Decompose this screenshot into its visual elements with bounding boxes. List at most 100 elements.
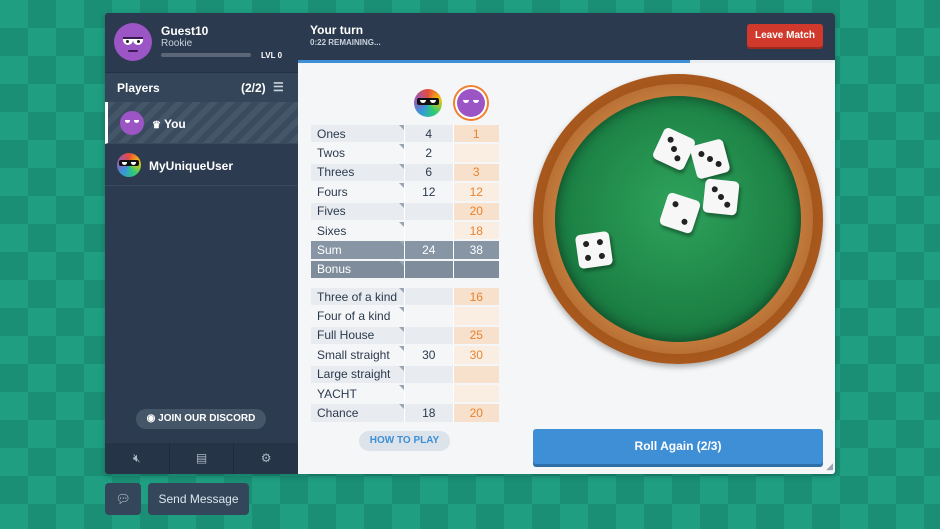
newspaper-icon[interactable]: ▤ <box>170 443 235 474</box>
your-score-cell[interactable]: 30 <box>452 346 499 364</box>
your-score-cell[interactable]: 25 <box>452 326 499 345</box>
player-row-myuniqueuser[interactable]: MyUniqueUser <box>105 144 298 186</box>
opponent-score-cell: 30 <box>403 346 453 364</box>
corner-marker <box>398 384 404 390</box>
die-pip <box>596 238 604 246</box>
turn-label: Your turn <box>310 23 364 37</box>
opponent-score-cell <box>403 202 453 220</box>
roll-again-button[interactable]: Roll Again (2/3) <box>533 429 823 464</box>
player-avatar-myuniqueuser <box>117 153 141 177</box>
corner-marker <box>398 163 404 169</box>
die-pip <box>673 154 682 163</box>
score-row[interactable]: Large straight <box>311 365 499 383</box>
leave-match-button[interactable]: Leave Match <box>747 24 823 47</box>
top-bar: Your turn 0:22 REMAINING... Leave Match <box>298 13 835 60</box>
corner-marker <box>398 346 404 352</box>
corner-marker <box>398 288 404 293</box>
avatar-eye-left <box>125 120 130 123</box>
gear-icon[interactable]: ⚙ <box>234 443 298 474</box>
die-pip <box>723 201 731 208</box>
corner-marker <box>398 326 404 332</box>
your-score-cell[interactable] <box>452 384 499 403</box>
avatar-mouth <box>128 50 138 52</box>
player-name-text: You <box>163 117 186 131</box>
game-window: Guest10 Rookie LVL 0 Players (2/2) ☰ ♛ Yo… <box>105 13 835 474</box>
score-label: Bonus <box>311 260 404 279</box>
score-label: Three of a kind <box>311 288 404 306</box>
how-to-play-button[interactable]: HOW TO PLAY <box>359 431 450 451</box>
your-score-cell[interactable]: 16 <box>452 288 499 306</box>
player-row-you[interactable]: ♛ You <box>105 102 298 144</box>
your-score-cell[interactable] <box>452 365 499 383</box>
die[interactable] <box>702 178 740 216</box>
players-title: Players <box>117 81 160 95</box>
score-row[interactable]: Chance 18 20 <box>311 404 499 422</box>
lower-score-table: Three of a kind 16 Four of a kind Full Hous… <box>311 286 499 424</box>
score-row[interactable]: Fours 12 12 <box>311 183 499 201</box>
score-label: Four of a kind <box>311 307 404 325</box>
score-row[interactable]: Sixes 18 <box>311 221 499 240</box>
score-row[interactable]: Bonus <box>311 260 499 279</box>
mute-icon[interactable]: 🔇︎ <box>105 443 170 474</box>
your-score-cell[interactable]: 20 <box>452 202 499 220</box>
score-row[interactable]: YACHT <box>311 384 499 403</box>
corner-marker <box>398 202 404 208</box>
score-label: Small straight <box>311 346 404 364</box>
score-row[interactable]: Three of a kind 16 <box>311 288 499 306</box>
send-message-button[interactable]: Send Message <box>148 483 249 515</box>
score-row[interactable]: Threes 6 3 <box>311 163 499 182</box>
your-score-cell[interactable]: 18 <box>452 221 499 240</box>
opponent-score-cell <box>403 365 453 383</box>
your-score-cell[interactable] <box>452 307 499 325</box>
join-discord-button[interactable]: ◉ JOIN OUR DISCORD <box>136 409 266 429</box>
score-row[interactable]: Four of a kind <box>311 307 499 325</box>
opponent-score-cell <box>403 288 453 306</box>
score-label: Sixes <box>311 221 404 240</box>
score-row[interactable]: Twos 2 <box>311 144 499 162</box>
opponent-score-cell <box>403 384 453 403</box>
opponent-score-cell <box>403 326 453 345</box>
resize-handle-icon[interactable]: ◢ <box>826 461 833 472</box>
score-row[interactable]: Ones 4 1 <box>311 125 499 143</box>
your-score-cell[interactable]: 12 <box>452 183 499 201</box>
profile-rank: Rookie <box>161 38 193 49</box>
score-row[interactable]: Fives 20 <box>311 202 499 220</box>
your-score-cell[interactable]: 38 <box>452 241 499 259</box>
die[interactable] <box>574 230 614 270</box>
score-row[interactable]: Full House 25 <box>311 326 499 345</box>
avatar-eye-right <box>134 120 139 123</box>
corner-marker <box>398 365 404 371</box>
sidebar: Guest10 Rookie LVL 0 Players (2/2) ☰ ♛ Yo… <box>105 13 298 474</box>
xp-bar <box>161 53 251 57</box>
die-pip <box>666 135 675 144</box>
column-avatar-you <box>457 89 485 117</box>
score-row[interactable]: Sum 24 38 <box>311 241 499 259</box>
corner-marker <box>398 144 404 150</box>
corner-marker <box>398 307 404 313</box>
your-score-cell[interactable] <box>452 260 499 279</box>
discord-icon: ◉ <box>146 413 156 424</box>
your-score-cell[interactable] <box>452 144 499 162</box>
score-row[interactable]: Small straight 30 30 <box>311 346 499 364</box>
avatar <box>114 23 152 61</box>
corner-marker <box>398 125 404 130</box>
corner-marker <box>398 260 404 266</box>
sliders-icon[interactable]: ☰ <box>273 80 284 94</box>
score-label: Sum <box>311 241 404 259</box>
turn-timer-fill <box>298 60 690 63</box>
your-score-cell[interactable]: 1 <box>452 125 499 143</box>
corner-marker <box>398 404 404 410</box>
your-score-cell[interactable]: 3 <box>452 163 499 182</box>
profile-card: Guest10 Rookie LVL 0 <box>105 13 298 72</box>
your-score-cell[interactable]: 20 <box>452 404 499 422</box>
column-avatar-opponent <box>414 89 442 117</box>
chat-bubble-icon[interactable]: 💬︎ <box>105 483 141 515</box>
player-name-you: ♛ You <box>152 117 186 131</box>
dice-cup <box>533 74 823 364</box>
avatar-pupil-left <box>126 40 129 43</box>
score-label: Twos <box>311 144 404 162</box>
opponent-score-cell <box>403 260 453 279</box>
profile-name: Guest10 <box>161 24 209 38</box>
turn-timer-bar <box>298 60 835 63</box>
players-header: Players (2/2) ☰ <box>105 72 298 102</box>
